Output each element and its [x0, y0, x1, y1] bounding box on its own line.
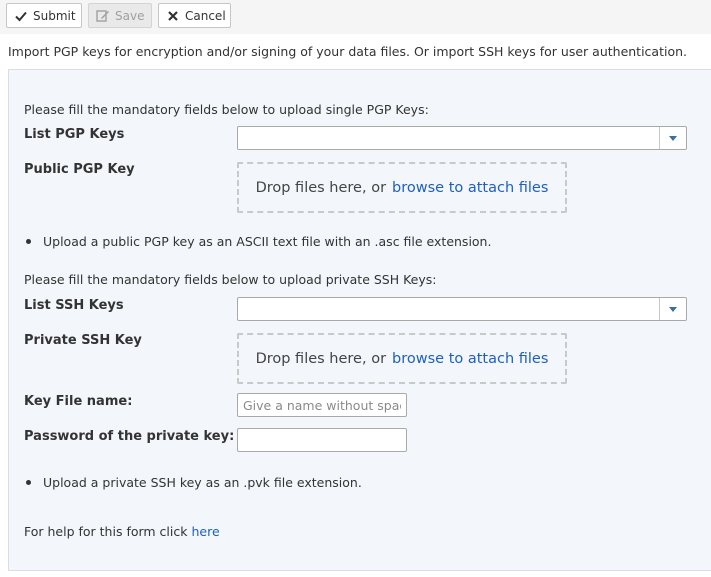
ssh-note: Upload a private SSH key as an .pvk file… — [26, 475, 362, 490]
cancel-button[interactable]: Cancel — [158, 3, 231, 28]
pgp-browse-link[interactable]: browse to attach files — [392, 180, 548, 196]
check-icon — [14, 9, 28, 23]
intro-text: Import PGP keys for encryption and/or si… — [8, 44, 688, 59]
public-pgp-key-label: Public PGP Key — [24, 162, 135, 177]
password-input[interactable] — [237, 428, 407, 452]
form-panel: Please fill the mandatory fields below t… — [8, 69, 711, 571]
bullet-icon — [26, 239, 31, 244]
ssh-browse-link[interactable]: browse to attach files — [392, 351, 548, 367]
close-icon — [166, 9, 180, 23]
private-ssh-key-label: Private SSH Key — [24, 333, 142, 348]
help-line: For help for this form click here — [24, 524, 220, 539]
save-button[interactable]: Save — [88, 3, 152, 28]
save-button-label: Save — [115, 8, 145, 23]
pgp-note: Upload a public PGP key as an ASCII text… — [26, 234, 491, 249]
pgp-drop-text: Drop files here, or — [255, 179, 387, 196]
ssh-file-dropzone[interactable]: Drop files here, or browse to attach fil… — [237, 333, 567, 384]
bullet-icon — [26, 480, 31, 485]
pgp-instruction: Please fill the mandatory fields below t… — [24, 102, 429, 117]
pgp-file-dropzone[interactable]: Drop files here, or browse to attach fil… — [237, 162, 567, 213]
chevron-down-icon[interactable] — [659, 298, 686, 320]
submit-button-label: Submit — [33, 8, 76, 23]
save-edit-icon — [96, 9, 110, 23]
help-text: For help for this form click — [24, 524, 188, 539]
key-file-name-label: Key File name: — [24, 394, 133, 409]
chevron-down-icon[interactable] — [659, 127, 686, 149]
submit-button[interactable]: Submit — [6, 3, 82, 28]
cancel-button-label: Cancel — [185, 8, 226, 23]
password-label: Password of the private key: — [24, 429, 235, 444]
list-pgp-keys-select[interactable] — [237, 126, 687, 150]
key-file-name-input[interactable] — [237, 393, 407, 417]
ssh-note-text: Upload a private SSH key as an .pvk file… — [43, 475, 362, 490]
pgp-note-text: Upload a public PGP key as an ASCII text… — [43, 234, 492, 249]
list-ssh-keys-select[interactable] — [237, 297, 687, 321]
ssh-instruction: Please fill the mandatory fields below t… — [24, 272, 437, 287]
ssh-drop-text: Drop files here, or — [255, 350, 387, 367]
list-ssh-keys-label: List SSH Keys — [24, 298, 124, 313]
list-pgp-keys-label: List PGP Keys — [24, 127, 125, 142]
toolbar: Submit Save Cancel — [0, 0, 711, 34]
help-link[interactable]: here — [191, 524, 219, 539]
